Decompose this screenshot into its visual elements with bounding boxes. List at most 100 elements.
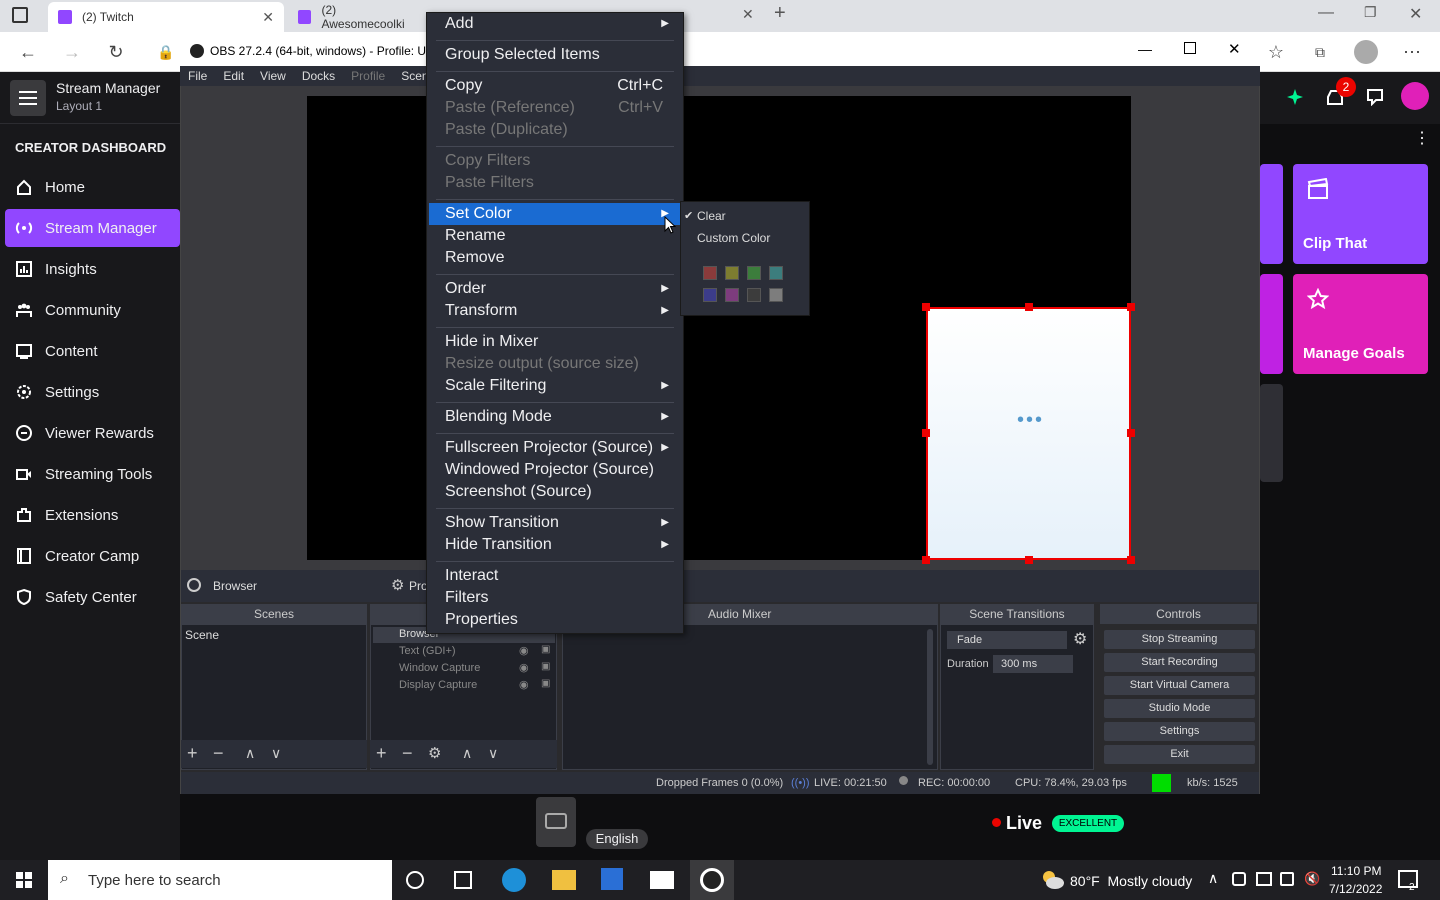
menu-item-copy-filters[interactable]: Copy Filters — [429, 150, 681, 172]
weather-text[interactable]: 80°F Mostly cloudy — [1070, 873, 1192, 889]
notifications-icon[interactable] — [1398, 870, 1418, 888]
gear-icon[interactable]: ⚙ — [428, 744, 441, 762]
menu-profile[interactable]: Profile — [343, 66, 393, 86]
more-options-icon[interactable]: ⋮ — [1414, 128, 1430, 148]
file-explorer-icon[interactable] — [552, 870, 576, 890]
prime-loot-icon[interactable] — [1286, 88, 1304, 106]
color-swatch-gray[interactable] — [769, 288, 783, 302]
lock-icon[interactable]: ▣ — [541, 644, 550, 655]
move-up-icon[interactable]: ∧ — [245, 745, 255, 762]
settings-button[interactable]: Settings — [1104, 722, 1255, 741]
menu-item-blending-mode[interactable]: Blending Mode ▶ — [429, 406, 681, 428]
stop-streaming-button[interactable]: Stop Streaming — [1104, 630, 1255, 649]
menu-item-paste-filters[interactable]: Paste Filters — [429, 172, 681, 194]
menu-icon[interactable] — [10, 80, 46, 116]
color-swatch-green[interactable] — [747, 266, 761, 280]
menu-item-custom-color[interactable]: Custom Color — [684, 227, 806, 249]
resize-handle[interactable] — [1127, 556, 1135, 564]
start-virtual-camera-button[interactable]: Start Virtual Camera — [1104, 676, 1255, 695]
sidebar-item-home[interactable]: Home — [5, 168, 180, 206]
tray-icon[interactable] — [1232, 872, 1246, 886]
visibility-icon[interactable]: ◉ — [519, 644, 529, 657]
menu-item-show-transition[interactable]: Show Transition ▶ — [429, 512, 681, 534]
menu-docks[interactable]: Docks — [294, 66, 343, 86]
menu-item-order[interactable]: Order ▶ — [429, 278, 681, 300]
obs-taskbar-button[interactable] — [690, 860, 734, 900]
move-up-icon[interactable]: ∧ — [462, 745, 472, 762]
add-icon[interactable]: + — [376, 743, 387, 764]
menu-view[interactable]: View — [252, 66, 294, 86]
clock-date[interactable]: 7/12/2022 — [1329, 882, 1382, 896]
menu-item-clear[interactable]: ✔ Clear — [684, 205, 806, 227]
sidebar-item-extensions[interactable]: Extensions — [5, 496, 180, 534]
studio-mode-button[interactable]: Studio Mode — [1104, 699, 1255, 718]
sidebar-item-streaming-tools[interactable]: Streaming Tools — [5, 455, 180, 493]
collections-icon[interactable]: ⧉ — [1308, 40, 1332, 64]
menu-item-transform[interactable]: Transform ▶ — [429, 300, 681, 322]
minimize-icon[interactable]: — — [1318, 4, 1334, 22]
menu-item-filters[interactable]: Filters — [429, 587, 681, 609]
menu-file[interactable]: File — [180, 66, 215, 86]
menu-item-properties[interactable]: Properties — [429, 609, 681, 631]
edge-icon[interactable] — [502, 868, 526, 892]
sidebar-item-stream-manager[interactable]: Stream Manager — [5, 209, 180, 247]
visibility-icon[interactable]: ◉ — [519, 678, 529, 691]
forward-icon[interactable]: → — [60, 40, 84, 64]
selected-source-browser[interactable]: ••• — [926, 307, 1131, 560]
stream-manager-title[interactable]: Stream Manager — [56, 80, 160, 96]
scrollbar[interactable] — [927, 629, 933, 765]
restore-icon[interactable]: ❐ — [1364, 4, 1377, 21]
menu-item-resize-output-source-size[interactable]: Resize output (source size) — [429, 353, 681, 375]
menu-item-copy[interactable]: Copy Ctrl+C — [429, 75, 681, 97]
exit-button[interactable]: Exit — [1104, 745, 1255, 764]
resize-handle[interactable] — [1127, 303, 1135, 311]
minimize-icon[interactable]: — — [1138, 41, 1152, 57]
remove-icon[interactable]: − — [402, 743, 413, 764]
resize-handle[interactable] — [1025, 556, 1033, 564]
more-icon[interactable]: ⋯ — [1400, 40, 1424, 64]
sidebar-item-creator-camp[interactable]: Creator Camp — [5, 537, 180, 575]
tab-actions-icon[interactable] — [12, 7, 28, 23]
close-icon[interactable]: ✕ — [262, 9, 274, 26]
sidebar-item-settings[interactable]: Settings — [5, 373, 180, 411]
transition-select[interactable]: Fade — [947, 631, 1067, 649]
visibility-icon[interactable]: ◉ — [519, 661, 529, 674]
taskbar-search[interactable]: ⌕ Type here to search — [48, 860, 392, 900]
lock-icon[interactable]: ▣ — [541, 661, 550, 672]
menu-item-remove[interactable]: Remove — [429, 247, 681, 269]
store-icon[interactable] — [601, 868, 623, 890]
scene-item[interactable]: Scene — [185, 628, 219, 642]
menu-item-hide-transition[interactable]: Hide Transition ▶ — [429, 534, 681, 556]
chevron-up-icon[interactable]: ∧ — [1208, 870, 1218, 887]
resize-handle[interactable] — [922, 429, 930, 437]
move-down-icon[interactable]: ∨ — [488, 745, 498, 762]
windows-start-icon[interactable] — [16, 872, 32, 888]
sidebar-item-insights[interactable]: Insights — [5, 250, 180, 288]
new-tab-icon[interactable]: + — [774, 2, 786, 25]
avatar[interactable] — [1401, 82, 1429, 110]
color-swatch-dark[interactable] — [747, 288, 761, 302]
cortana-icon[interactable] — [406, 871, 424, 889]
menu-item-interact[interactable]: Interact — [429, 565, 681, 587]
color-swatch-red[interactable] — [703, 266, 717, 280]
quick-action-partial[interactable] — [1260, 164, 1283, 264]
back-icon[interactable]: ← — [16, 40, 40, 64]
menu-item-scale-filtering[interactable]: Scale Filtering ▶ — [429, 375, 681, 397]
refresh-icon[interactable]: ↻ — [104, 40, 128, 64]
close-icon[interactable]: ✕ — [1228, 40, 1241, 58]
maximize-icon[interactable] — [1184, 42, 1196, 54]
color-swatch-blue[interactable] — [703, 288, 717, 302]
mail-icon[interactable] — [650, 871, 674, 889]
add-icon[interactable]: + — [187, 743, 198, 764]
close-window-icon[interactable]: ✕ — [1409, 4, 1422, 24]
menu-item-add[interactable]: Add ▶ — [429, 13, 681, 35]
resize-handle[interactable] — [922, 303, 930, 311]
lock-icon[interactable]: ▣ — [541, 678, 550, 689]
resize-handle[interactable] — [922, 556, 930, 564]
menu-item-group-selected-items[interactable]: Group Selected Items — [429, 44, 681, 66]
tab-awesomecoolki[interactable]: (2) Awesomecoolki — [288, 2, 428, 32]
favorites-icon[interactable]: ☆ — [1264, 40, 1288, 64]
menu-item-paste-duplicate[interactable]: Paste (Duplicate) — [429, 119, 681, 141]
sidebar-item-viewer-rewards[interactable]: Viewer Rewards — [5, 414, 180, 452]
resize-handle[interactable] — [1127, 429, 1135, 437]
